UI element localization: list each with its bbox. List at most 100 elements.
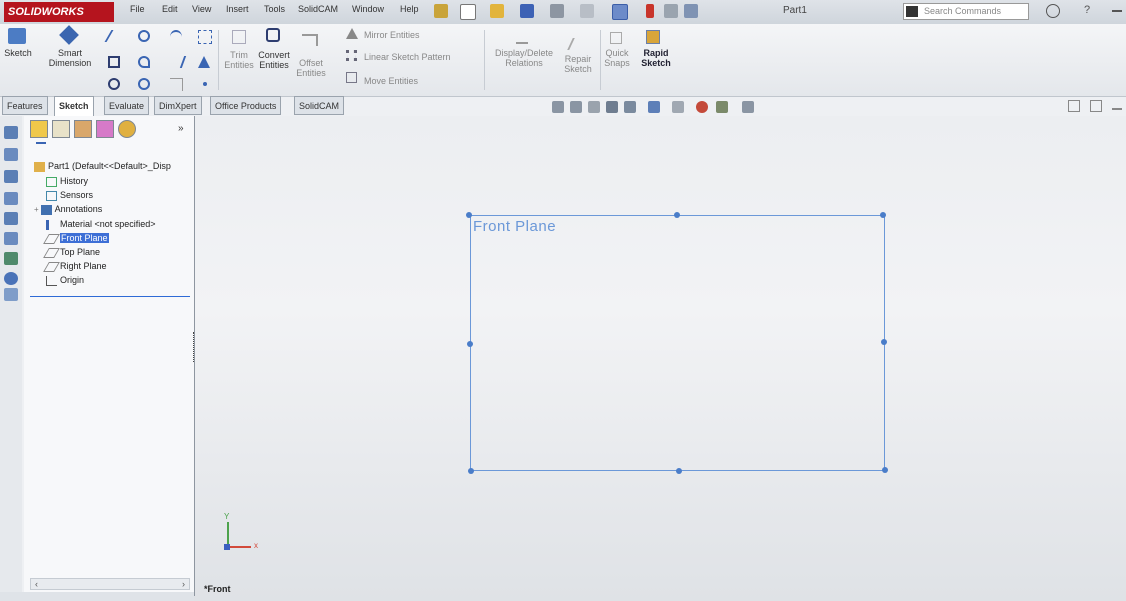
display-manager-tab-icon[interactable]: [118, 120, 136, 138]
repair-sketch-icon[interactable]: [567, 38, 587, 50]
display-delete-line1[interactable]: Display/Delete: [492, 48, 556, 58]
open-folder-icon[interactable]: [490, 4, 504, 18]
point-icon[interactable]: [203, 82, 207, 86]
trim-line2[interactable]: Entities: [222, 60, 256, 70]
plane-handle-mid-left[interactable]: [467, 341, 473, 347]
view-settings-icon[interactable]: [742, 101, 754, 113]
property-manager-tab-icon[interactable]: [52, 120, 70, 138]
feature-manager-tab-icon[interactable]: [30, 120, 48, 138]
display-delete-relations-icon[interactable]: [516, 32, 528, 44]
move-entities-icon[interactable]: [346, 72, 357, 83]
rebuild-icon[interactable]: [646, 4, 654, 18]
sketch-icon[interactable]: [8, 28, 26, 44]
scene-icon[interactable]: [716, 101, 728, 113]
rectangle-icon[interactable]: [108, 56, 120, 68]
search-commands-input[interactable]: Search Commands: [903, 3, 1029, 20]
circle-icon[interactable]: [138, 30, 150, 42]
search-glass-icon[interactable]: [1046, 4, 1060, 18]
tab-office-products[interactable]: Office Products: [210, 96, 282, 115]
minimize-viewport-icon[interactable]: [1112, 108, 1122, 110]
rapid-sketch-line2[interactable]: Sketch: [638, 58, 674, 68]
scroll-left-icon[interactable]: ‹: [35, 579, 38, 589]
rapid-sketch-icon[interactable]: [646, 30, 660, 44]
display-delete-line2[interactable]: Relations: [492, 58, 556, 68]
tree-item-annotations[interactable]: + Annotations: [34, 204, 102, 215]
plane-handle-top-left[interactable]: [466, 212, 472, 218]
tree-item-top-plane[interactable]: Top Plane: [43, 247, 100, 258]
sketch-button[interactable]: Sketch: [2, 48, 34, 58]
polygon-icon[interactable]: [108, 78, 120, 90]
tree-item-history[interactable]: History: [46, 176, 88, 187]
plane-handle-bottom-left[interactable]: [468, 468, 474, 474]
mirror-entities-label[interactable]: Mirror Entities: [364, 30, 420, 40]
pane-icon-7[interactable]: [4, 252, 18, 265]
mirror-entities-icon[interactable]: [346, 28, 358, 39]
restore-viewport-icon[interactable]: [1090, 100, 1102, 112]
help-icon[interactable]: ?: [1084, 4, 1090, 16]
plane-handle-top-mid[interactable]: [674, 212, 680, 218]
new-document-icon[interactable]: [460, 4, 476, 20]
pane-icon-9[interactable]: [4, 288, 18, 301]
appearance-icon[interactable]: [696, 101, 708, 113]
repair-line1[interactable]: Repair: [560, 54, 596, 64]
pane-icon-2[interactable]: [4, 148, 18, 161]
quick-snaps-line2[interactable]: Snaps: [602, 58, 632, 68]
previous-view-icon[interactable]: [588, 101, 600, 113]
menu-insert[interactable]: Insert: [226, 4, 249, 14]
section-view-icon[interactable]: [606, 101, 618, 113]
line-icon[interactable]: [104, 30, 126, 42]
menu-edit[interactable]: Edit: [162, 4, 178, 14]
smart-dimension-icon[interactable]: [59, 25, 79, 45]
pane-icon-3[interactable]: [4, 170, 18, 183]
tree-item-right-plane[interactable]: Right Plane: [43, 261, 107, 272]
menu-file[interactable]: File: [130, 4, 145, 14]
view-orientation-icon[interactable]: [624, 101, 636, 113]
linear-pattern-icon[interactable]: [346, 50, 357, 61]
undo-icon[interactable]: [580, 4, 594, 18]
select-icon[interactable]: [612, 4, 628, 20]
text-sketch-icon[interactable]: [198, 56, 210, 68]
dimxpert-manager-tab-icon[interactable]: [96, 120, 114, 138]
tree-item-material[interactable]: Material <not specified>: [46, 219, 156, 230]
zoom-to-fit-icon[interactable]: [552, 101, 564, 113]
tree-item-origin[interactable]: Origin: [46, 275, 84, 286]
plane-handle-top-right[interactable]: [880, 212, 886, 218]
trim-icon[interactable]: [232, 30, 246, 44]
offset-line2[interactable]: Entities: [294, 68, 328, 78]
linear-pattern-label[interactable]: Linear Sketch Pattern: [364, 52, 451, 62]
tree-item-sensors[interactable]: Sensors: [46, 190, 93, 201]
feature-tree-scrollbar[interactable]: ‹ ›: [30, 578, 190, 590]
convert-line2[interactable]: Entities: [256, 60, 292, 70]
convert-entities-icon[interactable]: [266, 28, 280, 42]
pane-icon-1[interactable]: [4, 126, 18, 139]
display-style-icon[interactable]: [648, 101, 660, 113]
tree-root[interactable]: Part1 (Default<<Default>_Disp: [34, 161, 171, 172]
front-plane-outline[interactable]: [470, 215, 885, 471]
menu-tools[interactable]: Tools: [264, 4, 285, 14]
convert-line1[interactable]: Convert: [256, 50, 292, 60]
minimize-icon[interactable]: [1112, 10, 1122, 12]
pane-icon-5[interactable]: [4, 212, 18, 225]
scroll-right-icon[interactable]: ›: [182, 579, 185, 589]
viewport-icon[interactable]: [1068, 100, 1080, 112]
tab-features[interactable]: Features: [2, 96, 48, 115]
offset-line1[interactable]: Offset: [294, 58, 328, 68]
offset-entities-icon[interactable]: [302, 34, 318, 46]
file-properties-icon[interactable]: [664, 4, 678, 18]
quick-snaps-line1[interactable]: Quick: [602, 48, 632, 58]
fillet-icon[interactable]: [170, 78, 183, 91]
options-icon[interactable]: [684, 4, 698, 18]
zoom-area-icon[interactable]: [570, 101, 582, 113]
quick-snaps-icon[interactable]: [610, 32, 622, 44]
expand-icon[interactable]: +: [34, 205, 39, 214]
pane-icon-6[interactable]: [4, 232, 18, 245]
filter-icon[interactable]: [36, 142, 46, 154]
repair-line2[interactable]: Sketch: [560, 64, 596, 74]
move-entities-label[interactable]: Move Entities: [364, 76, 418, 86]
print-icon[interactable]: [550, 4, 564, 18]
trim-line1[interactable]: Trim: [222, 50, 256, 60]
tab-evaluate[interactable]: Evaluate: [104, 96, 150, 115]
plane-handle-mid-right[interactable]: [881, 339, 887, 345]
hide-show-items-icon[interactable]: [672, 101, 684, 113]
menu-window[interactable]: Window: [352, 4, 384, 14]
